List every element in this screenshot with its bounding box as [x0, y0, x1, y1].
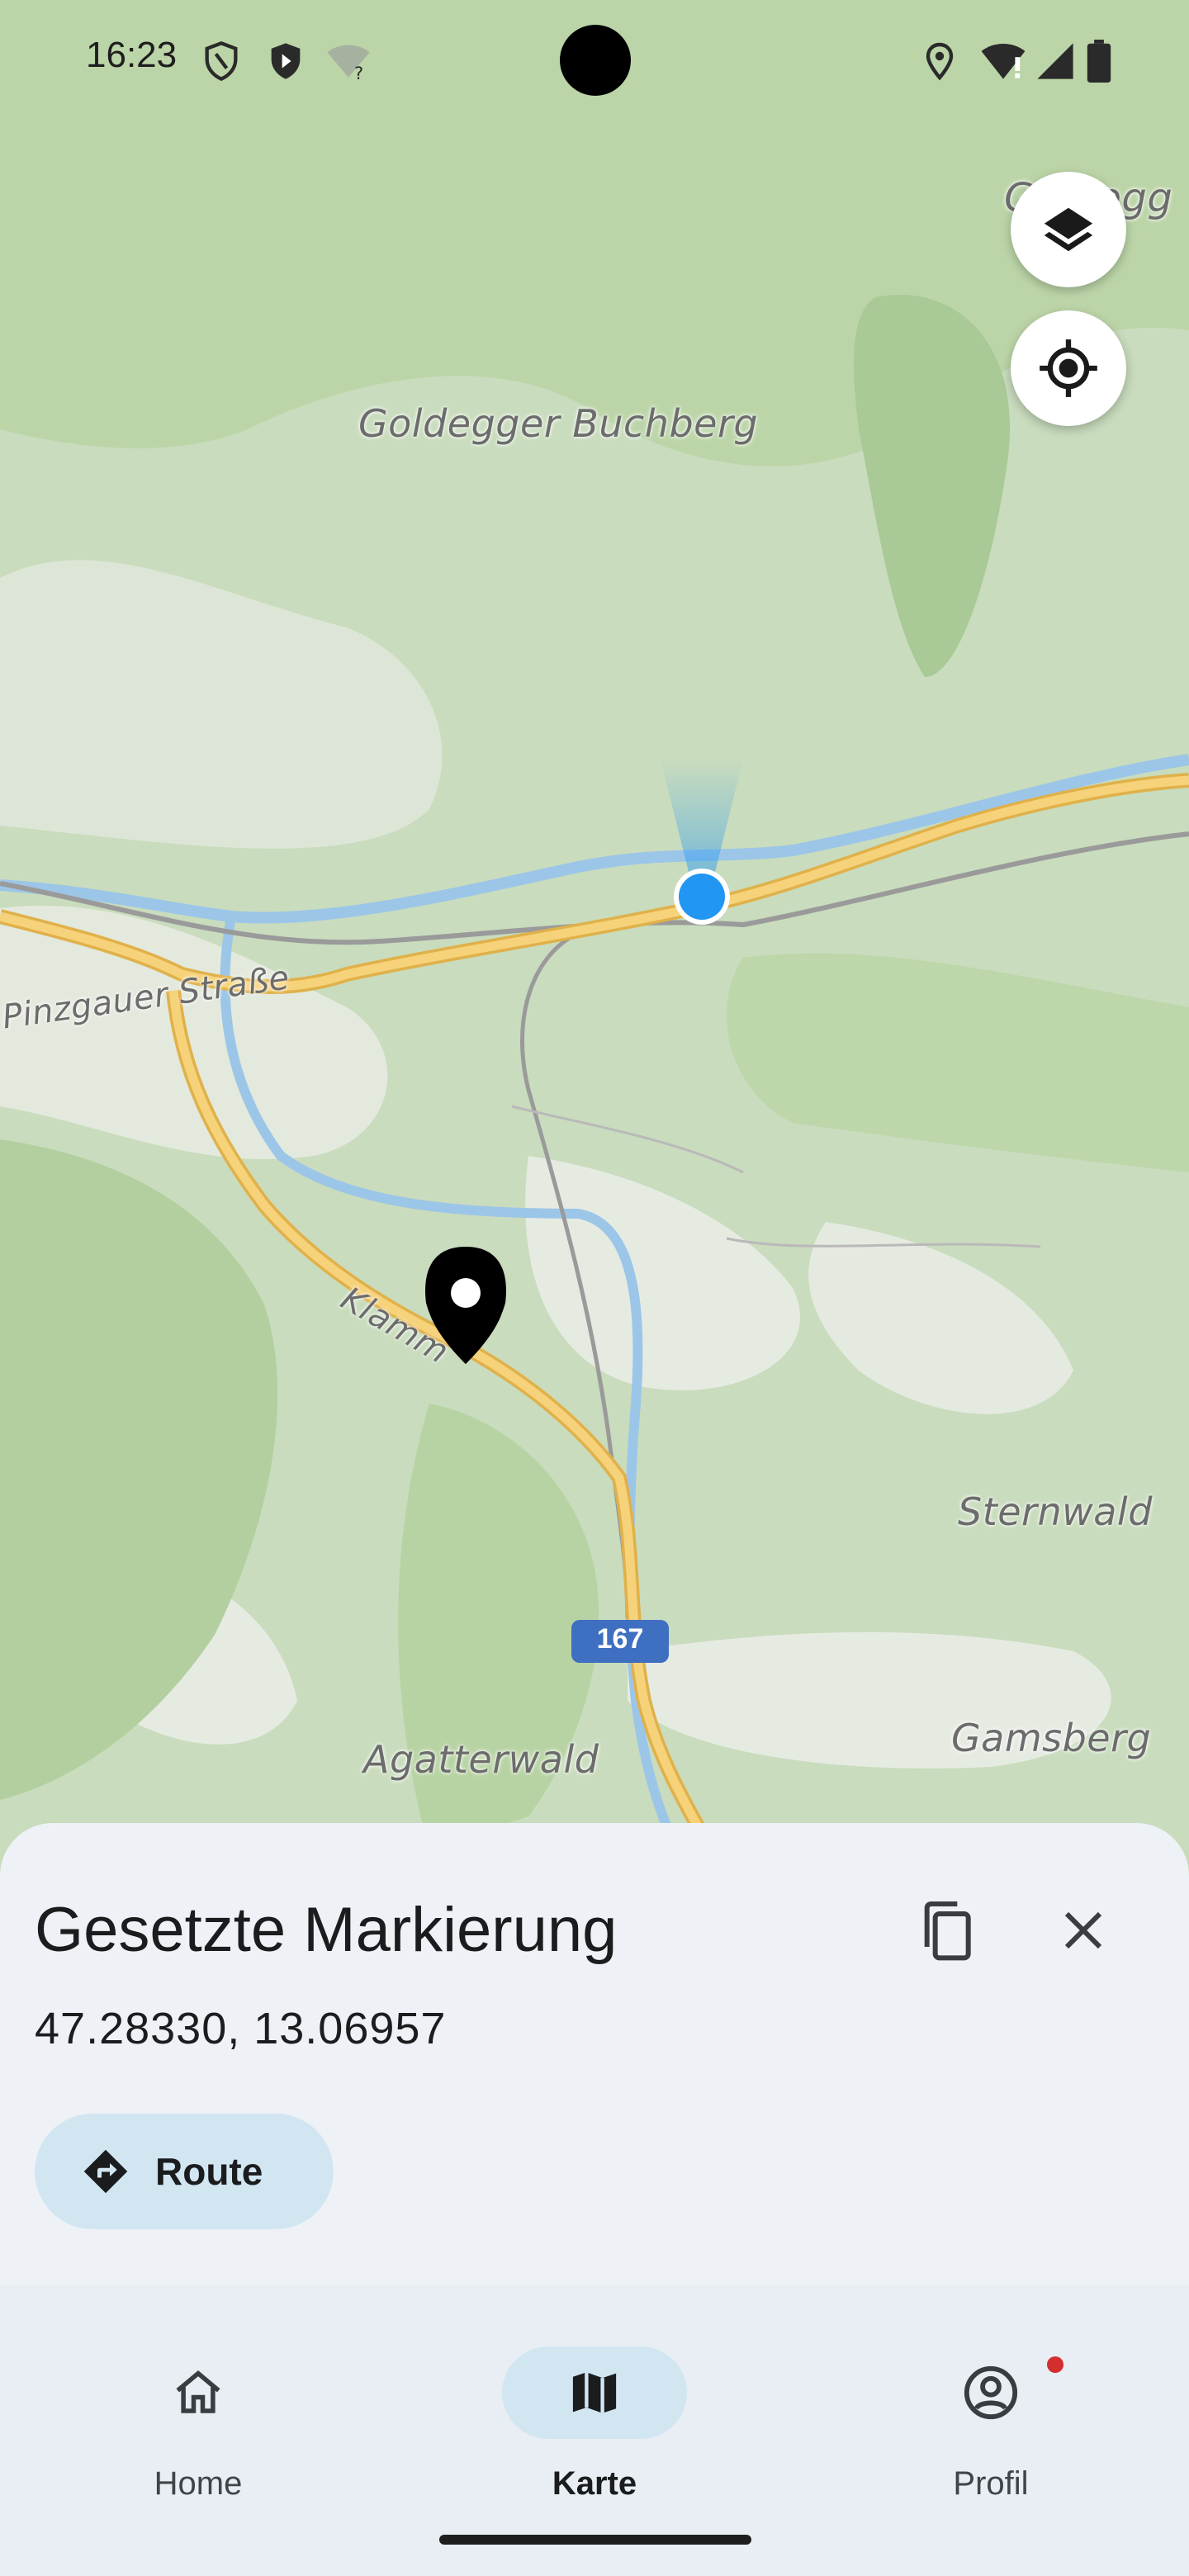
account-circle-icon	[964, 2365, 1018, 2420]
nav-indicator-profil	[898, 2346, 1083, 2439]
current-location-dot	[679, 874, 725, 920]
sheet-title: Gesetzte Markierung	[35, 1895, 618, 1965]
route-button[interactable]: Route	[35, 2114, 334, 2229]
close-sheet-button[interactable]	[1044, 1891, 1123, 1970]
marker-coordinates: 47.28330, 13.06957	[35, 2004, 447, 2053]
signal-icon	[1037, 43, 1073, 79]
nav-label-home: Home	[154, 2465, 243, 2502]
home-icon	[176, 2370, 220, 2413]
route-button-label: Route	[155, 2150, 263, 2193]
my-location-button[interactable]	[1011, 310, 1126, 426]
directions-icon	[83, 2149, 128, 2194]
camera-cutout	[560, 25, 631, 96]
screen: Goldegger Buchberg Goldegg Pinzgauer Str…	[0, 0, 1189, 2576]
shield-outline-icon	[205, 41, 238, 82]
copy-coordinates-button[interactable]	[907, 1891, 986, 1970]
wifi-question-icon: ?	[327, 45, 370, 83]
map-view[interactable]: Goldegger Buchberg Goldegg Pinzgauer Str…	[0, 0, 1189, 1854]
shield-play-icon	[271, 43, 301, 79]
bottom-navigation: Home Karte Profil	[0, 2285, 1189, 2576]
svg-text:?: ?	[354, 64, 363, 83]
layers-icon	[1044, 207, 1093, 252]
copy-icon	[924, 1901, 971, 1961]
profile-notification-badge	[1047, 2356, 1063, 2373]
layers-button[interactable]	[1011, 172, 1126, 287]
map-label-sternwald: Sternwald	[958, 1489, 1153, 1534]
marker-bottom-sheet: Gesetzte Markierung 47.28330, 13.06957 R…	[0, 1823, 1189, 2285]
nav-label-karte: Karte	[552, 2465, 637, 2502]
map-label-goldegger-buchberg: Goldegger Buchberg	[358, 401, 759, 446]
road-number-label: 167	[596, 1623, 644, 1655]
nav-item-profil[interactable]: Profil	[867, 2315, 1115, 2502]
close-icon	[1064, 1911, 1102, 1949]
map-canvas[interactable]	[0, 0, 1189, 1854]
map-label-gamsberg: Gamsberg	[951, 1716, 1152, 1760]
nav-indicator-home	[106, 2346, 291, 2439]
nav-item-home[interactable]: Home	[74, 2315, 322, 2502]
nav-label-profil: Profil	[953, 2465, 1029, 2502]
nav-indicator-karte	[502, 2346, 687, 2439]
home-gesture-bar[interactable]	[439, 2535, 751, 2545]
map-label-agatterwald: Agatterwald	[363, 1737, 599, 1782]
my-location-icon	[1040, 339, 1097, 397]
location-icon	[926, 42, 954, 81]
nav-item-karte[interactable]: Karte	[471, 2315, 718, 2502]
wifi-alert-icon	[981, 44, 1026, 79]
map-icon	[572, 2372, 617, 2413]
status-bar: 16:23 ?	[0, 0, 1189, 116]
status-time: 16:23	[86, 35, 178, 75]
battery-icon	[1087, 40, 1111, 83]
